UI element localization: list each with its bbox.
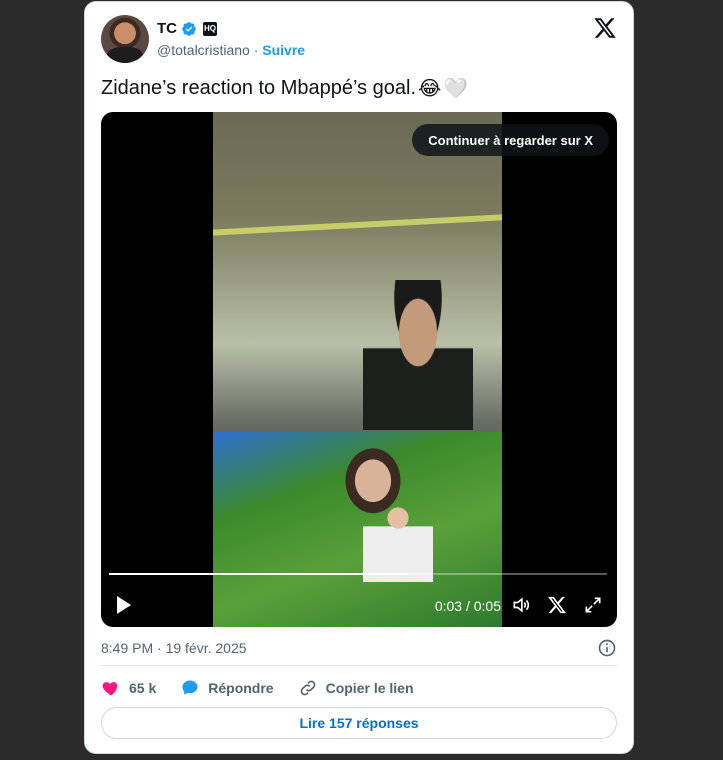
continue-watching-button[interactable]: Continuer à regarder sur X [412, 124, 609, 156]
heart-icon [102, 682, 118, 696]
copy-link-button[interactable]: Copier le lien [298, 678, 414, 698]
follow-button[interactable]: Suivre [262, 42, 305, 58]
video-progress-fill [109, 573, 408, 575]
x-logo-small-icon[interactable] [547, 595, 567, 615]
handle[interactable]: @totalcristiano [157, 42, 250, 58]
volume-icon[interactable] [511, 595, 531, 615]
timestamp[interactable]: 8:49 PM · 19 févr. 2025 [101, 640, 247, 656]
x-logo-icon[interactable] [593, 16, 617, 40]
tweet-meta: 8:49 PM · 19 févr. 2025 [101, 638, 617, 658]
like-count: 65 k [129, 680, 157, 696]
display-name[interactable]: TC [157, 20, 177, 37]
fullscreen-icon[interactable] [583, 595, 603, 615]
action-bar: 65 k Répondre Copier le lien [101, 676, 414, 700]
emoji-white-heart: 🤍 [443, 78, 469, 100]
video-player[interactable]: Continuer à regarder sur X 0:03 / 0:05 [101, 112, 617, 627]
reply-button[interactable]: Répondre [180, 678, 274, 698]
emoji-tears-of-joy: 😂 [418, 78, 442, 100]
separator: · [253, 42, 259, 58]
tweet-body: Zidane’s reaction to Mbappé’s goal. [101, 77, 417, 99]
copy-link-label: Copier le lien [325, 680, 414, 696]
like-button[interactable]: 65 k [101, 678, 156, 698]
video-controls: 0:03 / 0:05 [101, 590, 617, 620]
affiliate-badge-icon: HQ [203, 21, 217, 36]
divider [101, 665, 617, 666]
author-name-row: TC HQ [157, 20, 217, 37]
tweet-card: TC HQ @totalcristiano · Suivre Zidane’s … [84, 1, 634, 754]
read-replies-button[interactable]: Lire 157 réponses [101, 707, 617, 739]
link-icon [300, 680, 315, 696]
handle-row: @totalcristiano · Suivre [157, 42, 305, 58]
avatar[interactable] [101, 15, 149, 63]
video-progress-bar[interactable] [109, 573, 607, 575]
play-icon[interactable] [115, 595, 133, 615]
video-time: 0:03 / 0:05 [435, 598, 501, 614]
current-time: 0:03 [434, 598, 463, 614]
tweet-text: Zidane’s reaction to Mbappé’s goal. 😂 🤍 [101, 76, 468, 101]
time-separator: / [462, 598, 474, 614]
video-frame [213, 112, 502, 627]
reply-label: Répondre [208, 680, 274, 696]
reply-bubble-icon [182, 680, 198, 695]
duration: 0:05 [473, 598, 501, 614]
info-icon[interactable] [597, 638, 617, 658]
verified-badge-icon [182, 21, 196, 36]
